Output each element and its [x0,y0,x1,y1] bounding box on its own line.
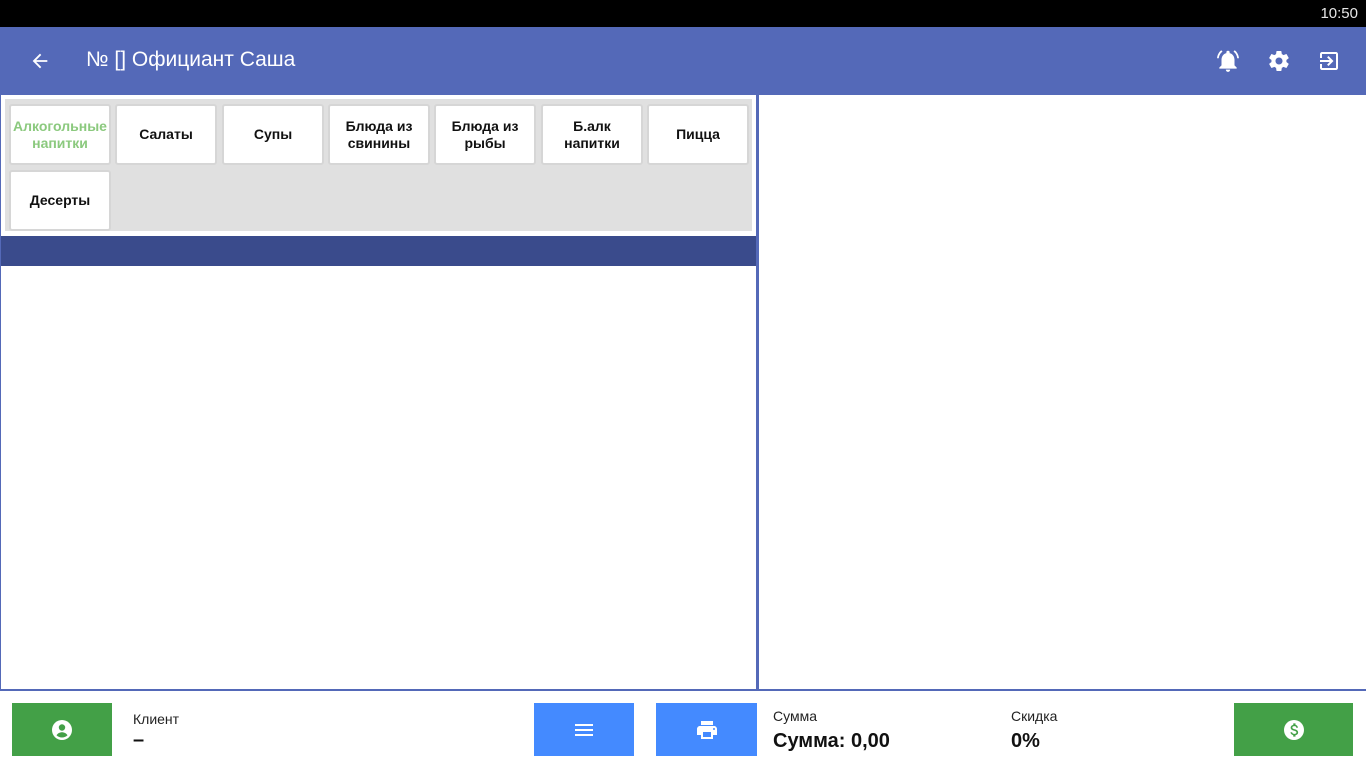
account-icon [52,719,72,740]
printer-icon [696,720,717,739]
discount-label: Скидка [1011,708,1058,724]
category-grid: Алкогольные напитки Салаты Супы Блюда из… [5,99,752,231]
menu-panel: Алкогольные напитки Салаты Супы Блюда из… [0,95,757,690]
app-bar: № [] Официант Саша [0,27,1366,95]
print-button[interactable] [656,703,757,756]
status-bar: 10:50 [0,0,1366,27]
footer-bar: Клиент – Сумма Сумма: 0,00 Скидка 0% [0,689,1366,768]
logout-button[interactable] [1314,46,1344,76]
bell-ring-icon [1217,50,1239,72]
category-alcohol[interactable]: Алкогольные напитки [9,104,111,165]
arrow-back-icon [32,53,48,69]
menu-icon [575,723,593,736]
notifications-button[interactable] [1213,46,1243,76]
client-value: – [133,729,145,751]
settings-button[interactable] [1264,46,1294,76]
menu-button[interactable] [534,703,634,756]
page-title: № [] Официант Саша [86,48,296,71]
dollar-icon [1283,719,1304,740]
pay-button[interactable] [1234,703,1353,756]
exit-icon [1320,52,1338,70]
category-pork[interactable]: Блюда из свинины [328,104,430,165]
sum-value: Сумма: 0,00 [773,730,890,752]
category-fish[interactable]: Блюда из рыбы [434,104,536,165]
products-header-bar [1,236,757,266]
order-panel [759,95,1366,690]
gear-icon [1269,51,1289,71]
sum-label: Сумма [773,708,817,724]
category-soft-drinks[interactable]: Б.алк напитки [541,104,643,165]
back-button[interactable] [26,47,54,75]
discount-value: 0% [1011,730,1040,752]
client-label: Клиент [133,711,180,727]
category-desserts[interactable]: Десерты [9,170,111,231]
category-pizza[interactable]: Пицца [647,104,749,165]
status-time: 10:50 [1320,5,1358,22]
category-soups[interactable]: Супы [222,104,324,165]
client-button[interactable] [12,703,112,756]
category-salads[interactable]: Салаты [115,104,217,165]
